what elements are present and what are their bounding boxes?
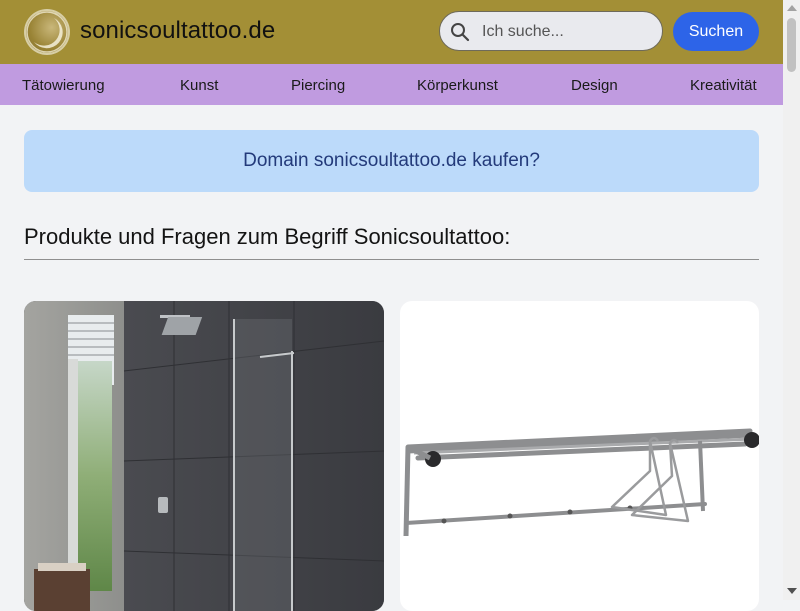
site-header: sonicsoultattoo.de Suchen bbox=[0, 0, 783, 64]
towel-rack-product-image bbox=[403, 428, 759, 537]
banner-link[interactable]: Domain sonicsoultattoo.de kaufen? bbox=[243, 150, 540, 172]
domain-sale-banner[interactable]: Domain sonicsoultattoo.de kaufen? bbox=[24, 130, 759, 192]
search-button[interactable]: Suchen bbox=[673, 12, 759, 51]
nav-item-design[interactable]: Design bbox=[571, 77, 618, 94]
section-title: Produkte und Fragen zum Begriff Sonicsou… bbox=[24, 224, 511, 249]
product-card-shower[interactable] bbox=[24, 301, 384, 611]
scroll-thumb[interactable] bbox=[787, 18, 796, 72]
nav-item-koerperkunst[interactable]: Körperkunst bbox=[417, 77, 498, 94]
search-input[interactable] bbox=[480, 20, 654, 44]
search-icon bbox=[451, 23, 470, 42]
site-logo[interactable] bbox=[24, 9, 70, 55]
vertical-scrollbar[interactable] bbox=[783, 0, 800, 600]
search-box bbox=[439, 11, 663, 51]
site-name[interactable]: sonicsoultattoo.de bbox=[80, 17, 275, 45]
crescent-logo-icon bbox=[26, 11, 68, 53]
scroll-up-arrow-icon[interactable] bbox=[787, 5, 797, 11]
shower-product-image bbox=[24, 301, 384, 611]
category-nav: Tätowierung Kunst Piercing Körperkunst D… bbox=[0, 64, 783, 105]
scroll-down-arrow-icon[interactable] bbox=[787, 588, 797, 594]
nav-item-taetowierung[interactable]: Tätowierung bbox=[22, 77, 105, 94]
nav-item-kreativitaet[interactable]: Kreativität bbox=[690, 77, 757, 94]
product-card-towel-rack[interactable] bbox=[400, 301, 759, 611]
nav-item-kunst[interactable]: Kunst bbox=[180, 77, 218, 94]
section-divider bbox=[24, 259, 759, 260]
nav-item-piercing[interactable]: Piercing bbox=[291, 77, 345, 94]
